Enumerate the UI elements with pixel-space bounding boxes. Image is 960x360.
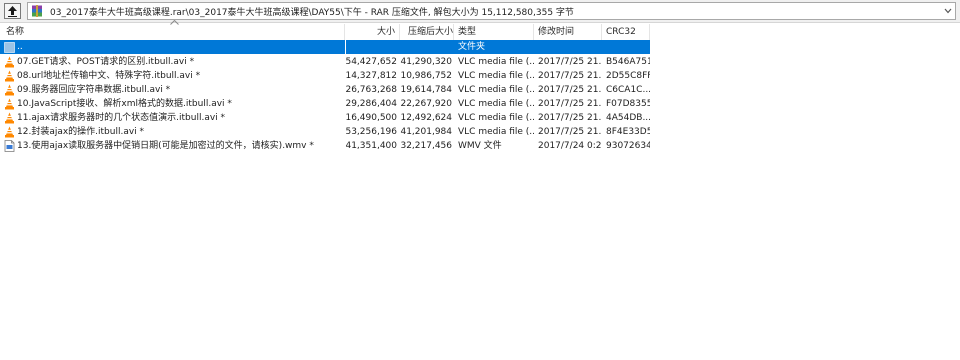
file-packed-size — [400, 40, 452, 54]
file-size: 41,351,400 — [345, 141, 397, 151]
file-name: 07.GET请求、POST请求的区别.itbull.avi * — [17, 57, 195, 67]
sort-ascending-icon — [170, 20, 179, 25]
file-size: 16,490,500 — [345, 113, 397, 123]
file-modified: 2017/7/25 21... — [538, 71, 602, 81]
file-type: VLC media file (.... — [458, 57, 534, 67]
path-field[interactable]: 03_2017泰牛大牛班高级课程.rar\03_2017泰牛大牛班高级课程\DA… — [27, 2, 956, 20]
address-bar: 03_2017泰牛大牛班高级课程.rar\03_2017泰牛大牛班高级课程\DA… — [0, 0, 960, 23]
archive-path-text: 03_2017泰牛大牛班高级课程.rar\03_2017泰牛大牛班高级课程\DA… — [50, 8, 574, 18]
file-modified: 2017/7/25 21... — [538, 85, 602, 95]
vlc-icon — [5, 84, 14, 96]
file-packed-size: 10,986,752 — [400, 71, 452, 81]
file-modified: 2017/7/25 21... — [538, 127, 602, 137]
column-header-crc32[interactable]: CRC32 — [602, 24, 650, 40]
file-row[interactable]: 11.ajax请求服务器时的几个状态值演示.itbull.avi * 16,49… — [0, 111, 650, 125]
file-row[interactable]: 10.JavaScript接收、解析xml格式的数据.itbull.avi * … — [0, 97, 650, 111]
folder-up-icon — [4, 42, 15, 53]
file-size: 26,763,268 — [345, 85, 397, 95]
vlc-icon — [5, 70, 14, 82]
file-crc32: C6CA1C... — [606, 85, 650, 95]
vlc-icon — [5, 56, 14, 68]
file-modified: 2017/7/25 21... — [538, 113, 602, 123]
column-divider — [345, 40, 346, 360]
file-crc32: 8F4E33D5 — [606, 127, 650, 137]
rar-archive-icon — [32, 5, 42, 17]
file-name: 08.url地址栏传输中文、特殊字符.itbull.avi * — [17, 71, 201, 81]
file-crc32: 2D55C8FF — [606, 71, 650, 81]
column-header-modified[interactable]: 修改时间 — [534, 24, 602, 40]
file-row[interactable]: 12.封装ajax的操作.itbull.avi * 53,256,196 41,… — [0, 125, 650, 139]
column-header-packed-size[interactable]: 压缩后大小 — [400, 24, 454, 40]
wmv-file-icon — [4, 140, 15, 152]
file-crc32: B546A751 — [606, 57, 650, 67]
file-row[interactable]: 13.使用ajax读取服务器中促销日期(可能是加密过的文件，请核实).wmv *… — [0, 139, 650, 153]
file-row-parent-folder[interactable]: .. 文件夹 — [0, 40, 650, 54]
file-packed-size: 22,267,920 — [400, 99, 452, 109]
file-type: VLC media file (.... — [458, 99, 534, 109]
file-modified: 2017/7/25 21... — [538, 57, 602, 67]
column-header-type[interactable]: 类型 — [454, 24, 534, 40]
file-crc32: 93072634 — [606, 141, 650, 151]
column-header-name[interactable]: 名称 — [0, 24, 345, 40]
file-name: .. — [17, 42, 23, 52]
file-type: VLC media file (.... — [458, 71, 534, 81]
up-arrow-icon — [8, 6, 17, 17]
file-name: 13.使用ajax读取服务器中促销日期(可能是加密过的文件，请核实).wmv * — [17, 141, 314, 151]
file-crc32: 4A54DB... — [606, 113, 650, 123]
file-type: 文件夹 — [458, 42, 486, 52]
file-size: 53,256,196 — [345, 127, 397, 137]
file-packed-size: 41,290,320 — [400, 57, 452, 67]
up-one-level-button[interactable] — [4, 3, 21, 19]
file-type: VLC media file (.... — [458, 85, 534, 95]
vlc-icon — [5, 112, 14, 124]
file-modified — [538, 40, 602, 54]
file-name: 11.ajax请求服务器时的几个状态值演示.itbull.avi * — [17, 113, 226, 123]
file-size: 29,286,404 — [345, 99, 397, 109]
vlc-icon — [5, 126, 14, 138]
file-type: VLC media file (.... — [458, 127, 534, 137]
file-packed-size: 12,492,624 — [400, 113, 452, 123]
file-size: 14,327,812 — [345, 71, 397, 81]
file-packed-size: 19,614,784 — [400, 85, 452, 95]
file-packed-size: 41,201,984 — [400, 127, 452, 137]
file-packed-size: 32,217,456 — [400, 141, 452, 151]
file-type: WMV 文件 — [458, 141, 502, 151]
file-row[interactable]: 07.GET请求、POST请求的区别.itbull.avi * 54,427,6… — [0, 55, 650, 69]
winrar-window: 03_2017泰牛大牛班高级课程.rar\03_2017泰牛大牛班高级课程\DA… — [0, 0, 960, 360]
file-crc32: F07D8355 — [606, 99, 650, 109]
file-size: 54,427,652 — [345, 57, 397, 67]
file-name: 09.服务器回应字符串数据.itbull.avi * — [17, 85, 171, 95]
column-header-size[interactable]: 大小 — [345, 24, 400, 40]
file-list-header: 名称 大小 压缩后大小 类型 修改时间 CRC32 — [0, 24, 650, 40]
file-row[interactable]: 09.服务器回应字符串数据.itbull.avi * 26,763,268 19… — [0, 83, 650, 97]
file-size — [345, 40, 397, 54]
file-row[interactable]: 08.url地址栏传输中文、特殊字符.itbull.avi * 14,327,8… — [0, 69, 650, 83]
file-type: VLC media file (.... — [458, 113, 534, 123]
chevron-down-icon[interactable] — [943, 5, 953, 17]
file-modified: 2017/7/25 21... — [538, 99, 602, 109]
file-crc32 — [606, 40, 650, 54]
vlc-icon — [5, 98, 14, 110]
file-name: 12.封装ajax的操作.itbull.avi * — [17, 127, 145, 137]
file-modified: 2017/7/24 0:20 — [538, 141, 602, 151]
file-name: 10.JavaScript接收、解析xml格式的数据.itbull.avi * — [17, 99, 232, 109]
